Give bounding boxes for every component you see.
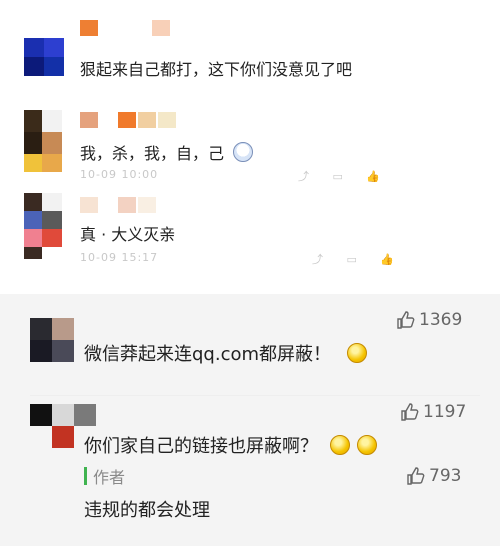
comment-text-body: 你们家自己的链接也屏蔽啊？ xyxy=(84,436,318,457)
username-block[interactable] xyxy=(138,197,156,213)
thumbs-up-icon xyxy=(407,467,425,485)
author-label: 作者 xyxy=(84,464,125,488)
reply-text: 违规的都会处理 xyxy=(84,500,210,521)
comment-2: 我，杀，我，自，己 10-09 10:00 ⤴ ▭ 👍 xyxy=(0,100,430,185)
author-tag: 作者 xyxy=(93,468,126,487)
comment-text: 狠起来自己都打，这下你们没意见了吧 xyxy=(80,60,353,79)
like-count: 793 xyxy=(429,466,462,486)
avatar-pixel xyxy=(30,404,52,426)
action-icons[interactable]: ⤴ ▭ 👍 xyxy=(312,251,395,267)
comment-text: 微信莽起来连qq.com都屏蔽！ xyxy=(84,340,367,366)
avatar[interactable] xyxy=(24,110,64,172)
avatar[interactable] xyxy=(24,38,64,76)
divider xyxy=(30,395,480,396)
author-reply: 作者 793 违规的都会处理 xyxy=(0,460,500,530)
avatar-pixel xyxy=(44,57,64,76)
like-button[interactable]: 1197 xyxy=(400,402,466,422)
avatar-pixel xyxy=(74,404,96,426)
comment-text: 你们家自己的链接也屏蔽啊？ xyxy=(84,432,378,458)
author-marker xyxy=(84,467,87,485)
username-block[interactable] xyxy=(158,112,176,128)
avatar-pixel xyxy=(42,193,62,211)
comment-3: 真 · 大义灭亲 10-09 15:17 ⤴ ▭ 👍 xyxy=(0,185,420,270)
avatar-pixel xyxy=(42,211,62,229)
avatar-pixel xyxy=(24,154,42,172)
username-block[interactable] xyxy=(80,20,98,36)
avatar-pixel xyxy=(42,110,62,132)
avatar-pixel xyxy=(52,426,74,448)
featured-comment-1: 1369 微信莽起来连qq.com都屏蔽！ xyxy=(0,310,500,390)
thumbs-up-icon xyxy=(397,311,415,329)
featured-comment-2: 1197 你们家自己的链接也屏蔽啊？ xyxy=(0,398,500,468)
avatar-pixel xyxy=(24,193,42,211)
avatar-pixel xyxy=(30,340,52,362)
username-block[interactable] xyxy=(118,112,136,128)
avatar-pixel xyxy=(24,110,42,132)
username-block[interactable] xyxy=(80,112,98,128)
avatar-pixel xyxy=(42,229,62,247)
avatar-pixel xyxy=(30,426,52,448)
thinking-face-icon xyxy=(329,435,350,455)
shocked-face-icon xyxy=(357,435,378,455)
avatar-pixel xyxy=(24,57,44,76)
like-button[interactable]: 1369 xyxy=(396,310,462,330)
avatar-pixel xyxy=(52,404,74,426)
avatar[interactable] xyxy=(30,404,96,448)
avatar-pixel xyxy=(52,340,74,362)
avatar-pixel xyxy=(52,318,74,340)
like-count: 1197 xyxy=(423,402,467,422)
avatar-pixel xyxy=(24,211,42,229)
comment-meta: 10-09 15:17 xyxy=(80,251,159,264)
comment-text: 我，杀，我，自，己 xyxy=(80,140,254,164)
avatar-pixel xyxy=(24,229,42,247)
avatar-pixel xyxy=(30,318,52,340)
comment-text-body: 微信莽起来连qq.com都屏蔽！ xyxy=(84,344,332,365)
username-block[interactable] xyxy=(80,197,98,213)
avatar[interactable] xyxy=(24,193,64,259)
thumbs-up-icon xyxy=(401,403,419,421)
avatar-pixel xyxy=(24,132,42,154)
surprised-face-icon xyxy=(233,142,254,162)
comment-text-body: 我，杀，我，自，己 xyxy=(80,144,225,163)
avatar-pixel xyxy=(42,132,62,154)
smiley-face-icon xyxy=(346,343,367,363)
avatar-pixel xyxy=(44,38,64,57)
like-count: 1369 xyxy=(419,310,463,330)
avatar-pixel xyxy=(42,154,62,172)
comment-meta: 10-09 10:00 xyxy=(80,168,159,181)
comment-1: 狠起来自己都打，这下你们没意见了吧 xyxy=(0,0,500,100)
username-block[interactable] xyxy=(138,112,156,128)
username-block[interactable] xyxy=(118,197,136,213)
avatar-pixel xyxy=(24,247,42,259)
username-block[interactable] xyxy=(152,20,170,36)
action-icons[interactable]: ⤴ ▭ 👍 xyxy=(298,168,381,184)
like-button[interactable]: 793 xyxy=(406,466,461,486)
comment-text: 真 · 大义灭亲 xyxy=(80,225,176,244)
avatar[interactable] xyxy=(30,318,74,362)
avatar-pixel xyxy=(24,38,44,57)
